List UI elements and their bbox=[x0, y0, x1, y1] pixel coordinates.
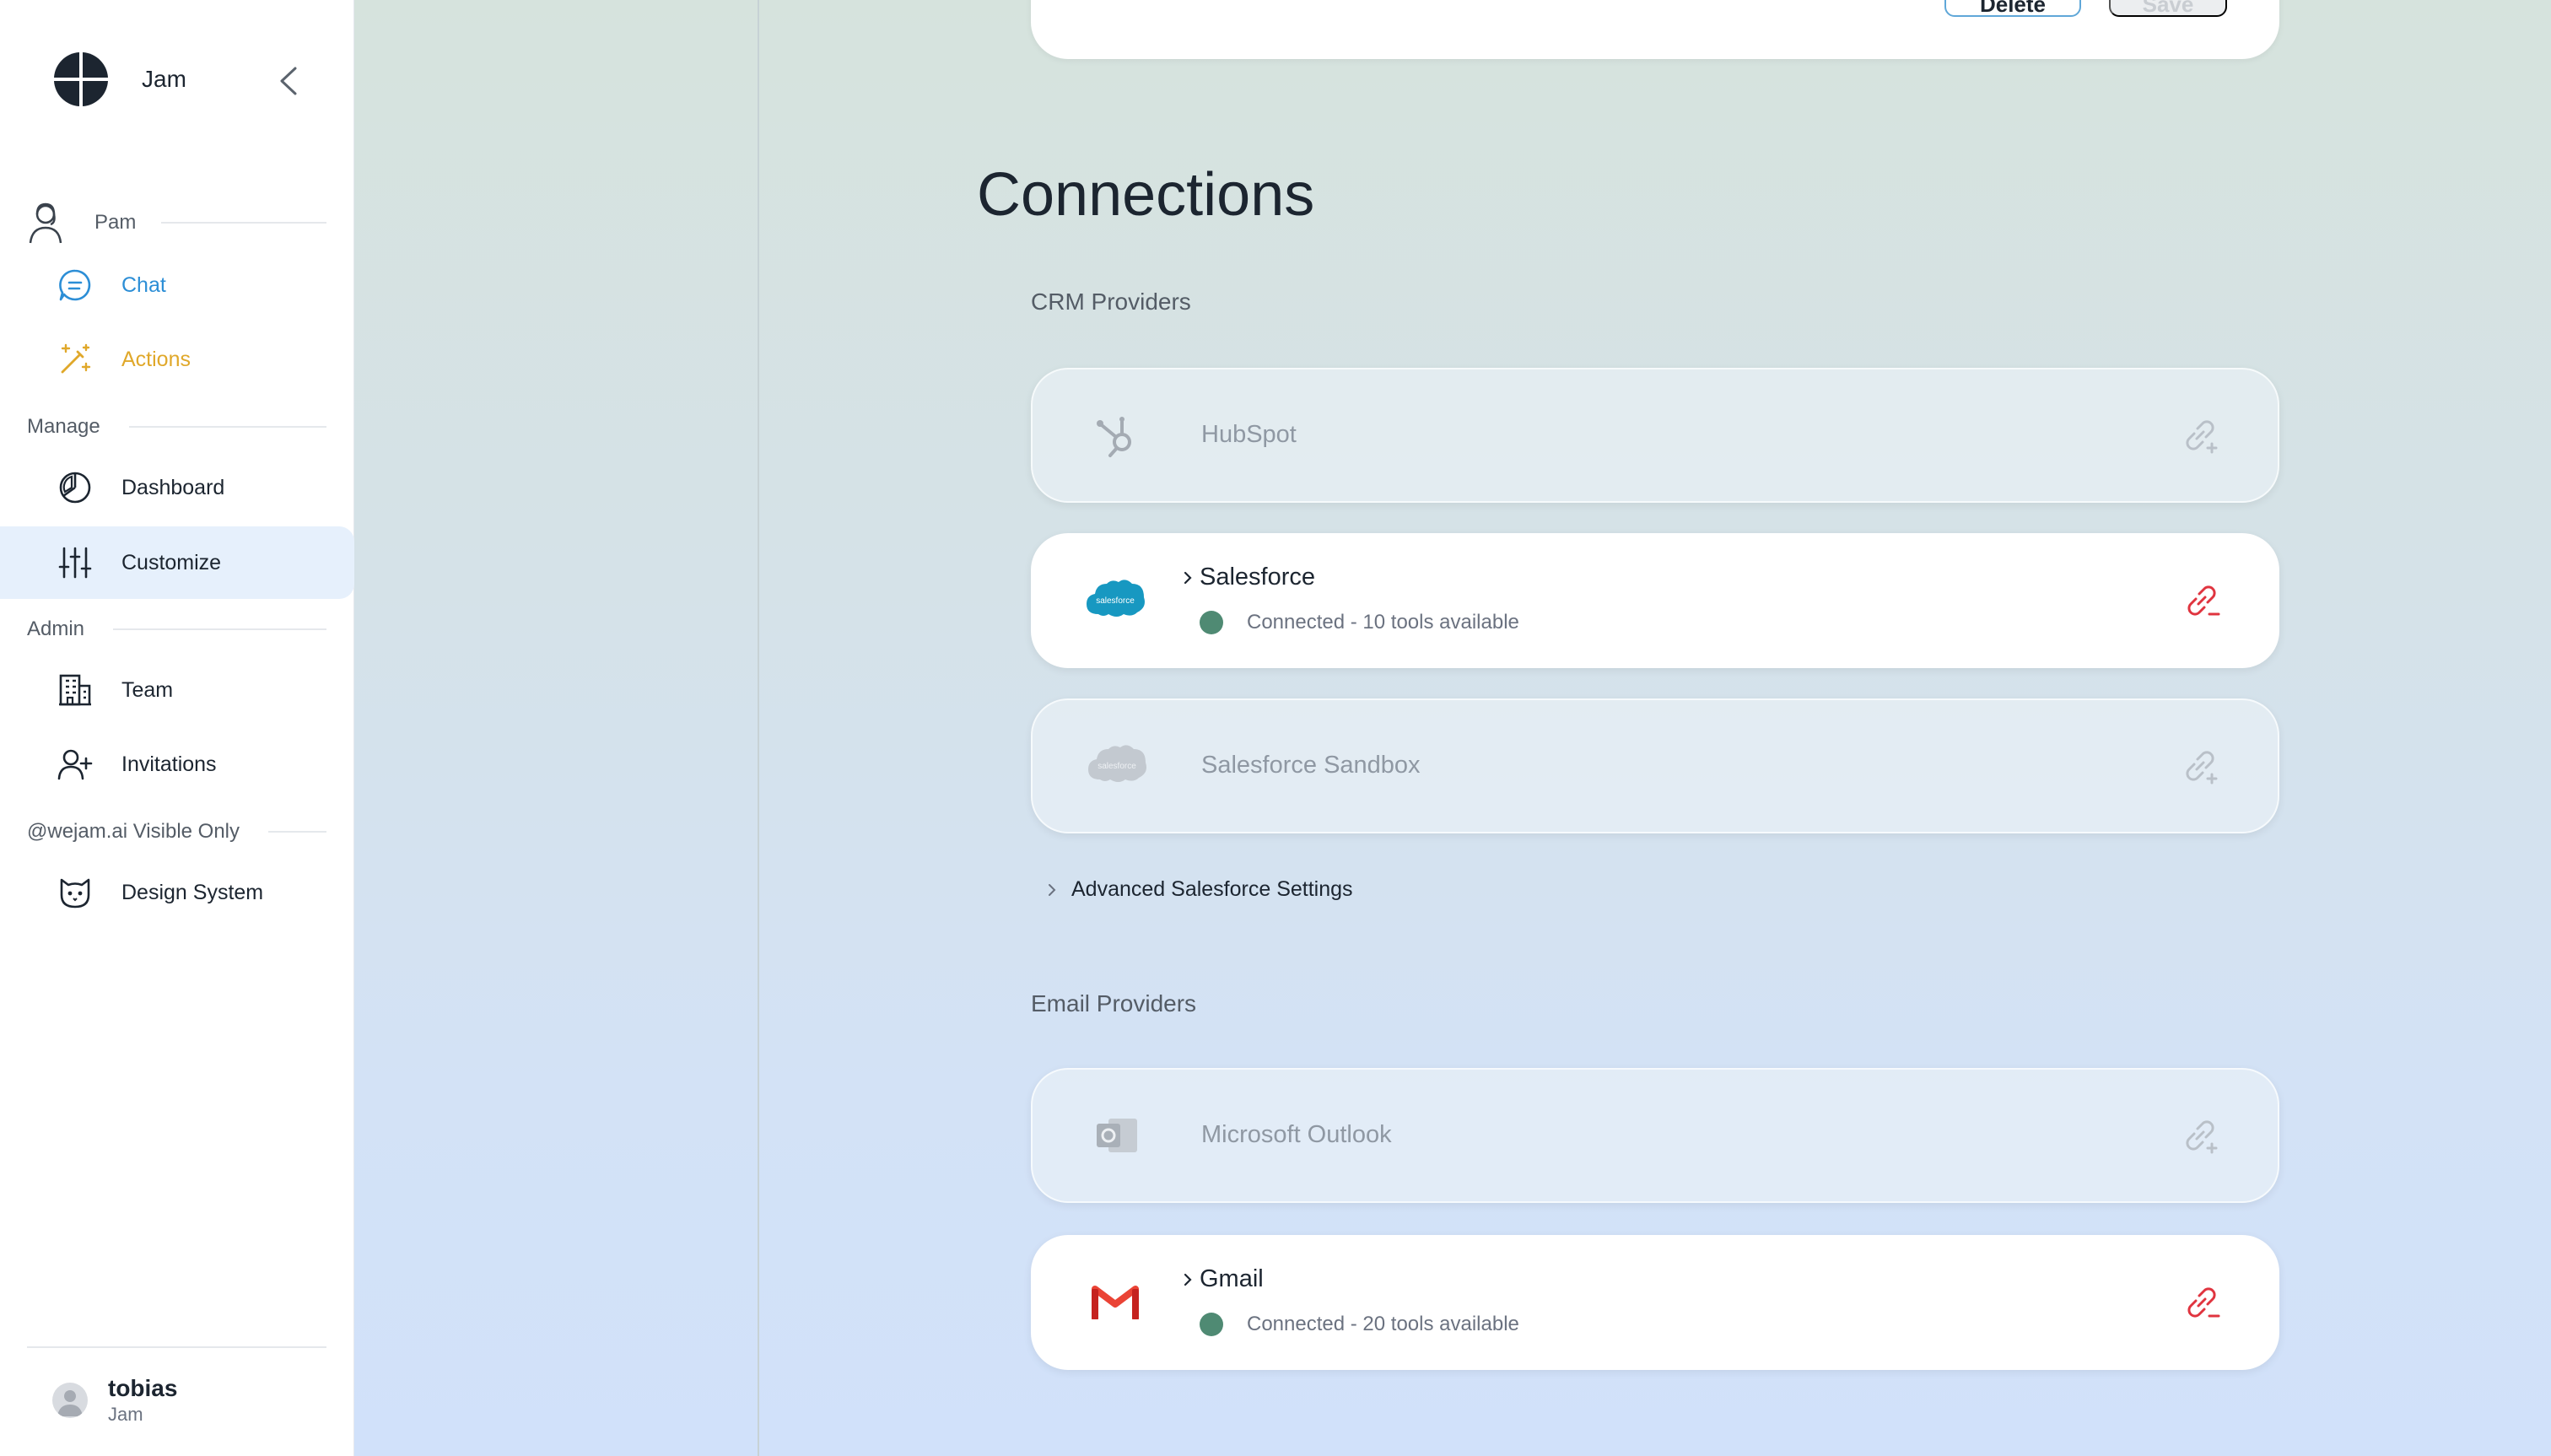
provider-card-outlook[interactable]: Microsoft Outlook bbox=[1031, 1068, 2279, 1203]
default-avatar-icon bbox=[57, 1390, 83, 1416]
disconnect-link-icon[interactable] bbox=[2182, 1282, 2222, 1323]
nav-item-label: Actions bbox=[121, 347, 191, 371]
outlook-logo bbox=[1083, 1102, 1151, 1169]
hubspot-logo bbox=[1083, 402, 1151, 469]
divider bbox=[161, 222, 326, 224]
provider-card-salesforce-sandbox[interactable]: salesforce Salesforce Sandbox bbox=[1031, 698, 2279, 833]
email-providers-heading: Email Providers bbox=[1031, 990, 1197, 1017]
section-admin: Admin bbox=[27, 617, 326, 641]
divider bbox=[113, 628, 326, 630]
add-user-icon bbox=[57, 749, 93, 780]
hubspot-icon bbox=[1097, 417, 1131, 457]
svg-text:salesforce: salesforce bbox=[1098, 762, 1136, 771]
advanced-salesforce-settings-toggle[interactable]: Advanced Salesforce Settings bbox=[1046, 877, 1353, 902]
nav-item-design-system[interactable]: Design System bbox=[0, 856, 354, 929]
provider-name: Microsoft Outlook bbox=[1201, 1121, 1392, 1148]
nav-item-label: Chat bbox=[121, 272, 166, 297]
nav-item-label: Dashboard bbox=[121, 475, 225, 499]
section-label: Manage bbox=[27, 415, 100, 438]
divider bbox=[27, 1346, 326, 1348]
nav-item-team[interactable]: Team bbox=[0, 654, 354, 726]
page-title: Connections bbox=[977, 161, 1315, 229]
nav-item-label: Team bbox=[121, 677, 174, 702]
jam-logo-icon bbox=[54, 52, 108, 106]
main-content: Delete Save Connections CRM Providers Hu… bbox=[354, 0, 2551, 1456]
expand-chevron-icon[interactable] bbox=[1181, 1270, 1195, 1289]
connection-status: Connected - 10 tools available bbox=[1200, 611, 1519, 634]
connect-link-icon[interactable] bbox=[2180, 1115, 2220, 1156]
user-avatar-icon bbox=[29, 202, 62, 244]
profile-name: tobias bbox=[108, 1375, 178, 1401]
section-manage: Manage bbox=[27, 415, 326, 439]
nav-item-customize[interactable]: Customize bbox=[0, 526, 354, 599]
svg-text:salesforce: salesforce bbox=[1096, 596, 1135, 606]
advanced-settings-label: Advanced Salesforce Settings bbox=[1071, 877, 1353, 901]
building-icon bbox=[59, 674, 91, 706]
salesforce-cloud-icon: salesforce bbox=[1088, 745, 1146, 782]
provider-card-hubspot[interactable]: HubSpot bbox=[1031, 368, 2279, 503]
provider-name: Gmail bbox=[1200, 1265, 1264, 1292]
provider-name: Salesforce bbox=[1200, 564, 1316, 590]
provider-card-gmail[interactable]: Gmail Connected - 20 tools available bbox=[1031, 1235, 2279, 1370]
status-text: Connected - 10 tools available bbox=[1247, 611, 1519, 634]
status-text: Connected - 20 tools available bbox=[1247, 1313, 1519, 1335]
nav-item-label: Design System bbox=[121, 880, 264, 904]
divider bbox=[268, 831, 326, 833]
expand-chevron-icon[interactable] bbox=[1181, 569, 1195, 587]
connect-link-icon[interactable] bbox=[2180, 746, 2220, 786]
column-divider bbox=[758, 0, 759, 1456]
save-button[interactable]: Save bbox=[2109, 0, 2227, 17]
nav-item-chat[interactable]: Chat bbox=[0, 249, 354, 321]
disconnect-link-icon[interactable] bbox=[2182, 580, 2222, 621]
user-section-header: Pam bbox=[27, 199, 326, 246]
section-internal: @wejam.ai Visible Only bbox=[27, 820, 326, 844]
section-label: Admin bbox=[27, 617, 85, 640]
delete-button[interactable]: Delete bbox=[1944, 0, 2081, 17]
nav-item-dashboard[interactable]: Dashboard bbox=[0, 451, 354, 524]
magic-wand-icon bbox=[61, 343, 91, 374]
connected-status-dot bbox=[1200, 611, 1223, 634]
nav-item-label: Invitations bbox=[121, 752, 217, 776]
gmail-icon bbox=[1092, 1286, 1139, 1319]
provider-name: Salesforce Sandbox bbox=[1201, 752, 1421, 779]
section-label: @wejam.ai Visible Only bbox=[27, 820, 240, 843]
divider bbox=[128, 426, 326, 428]
previous-section-card: Delete Save bbox=[1031, 0, 2279, 59]
user-profile[interactable]: tobias Jam bbox=[52, 1375, 177, 1426]
app-name: Jam bbox=[142, 66, 186, 92]
nav-item-actions[interactable]: Actions bbox=[0, 323, 354, 396]
outlook-icon bbox=[1097, 1119, 1137, 1152]
chevron-right-icon bbox=[1049, 883, 1056, 896]
connect-link-icon[interactable] bbox=[2180, 415, 2220, 456]
sidebar: Jam Pam Chat Actions Manage Dashboard Cu… bbox=[0, 0, 354, 1456]
pie-chart-icon bbox=[59, 472, 91, 504]
nav-item-invitations[interactable]: Invitations bbox=[0, 728, 354, 801]
user-section-label: Pam bbox=[94, 211, 137, 234]
profile-org: Jam bbox=[108, 1404, 143, 1425]
connected-status-dot bbox=[1200, 1313, 1223, 1336]
sliders-icon bbox=[58, 547, 92, 579]
collapse-sidebar-icon[interactable] bbox=[277, 66, 302, 96]
salesforce-cloud-icon: salesforce bbox=[1087, 580, 1145, 617]
provider-card-salesforce[interactable]: salesforce Salesforce Connected - 10 too… bbox=[1031, 533, 2279, 668]
brand[interactable]: Jam bbox=[52, 51, 186, 108]
gmail-logo bbox=[1081, 1269, 1149, 1336]
provider-name: HubSpot bbox=[1201, 421, 1297, 448]
connection-status: Connected - 20 tools available bbox=[1200, 1313, 1519, 1336]
salesforce-sandbox-logo: salesforce bbox=[1083, 732, 1151, 800]
crm-providers-heading: CRM Providers bbox=[1031, 289, 1191, 315]
chat-bubble-icon bbox=[59, 269, 91, 301]
cat-face-icon bbox=[60, 878, 90, 909]
avatar bbox=[52, 1383, 88, 1418]
salesforce-logo: salesforce bbox=[1081, 567, 1149, 634]
nav-item-label: Customize bbox=[121, 550, 222, 574]
